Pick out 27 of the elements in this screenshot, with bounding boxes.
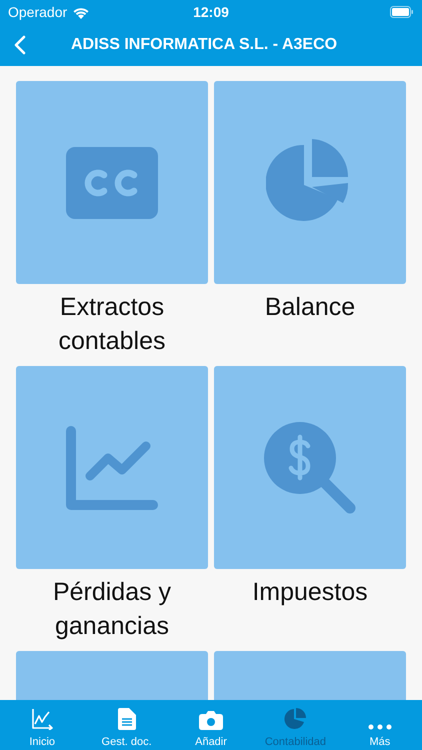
line-chart-icon	[31, 708, 54, 730]
pie-chart-icon	[284, 708, 306, 730]
tab-item[interactable]: Más	[338, 700, 422, 750]
line-chart-icon	[66, 426, 158, 510]
back-icon[interactable]	[14, 35, 26, 55]
carrier-text: Operador	[8, 4, 68, 20]
wifi-icon	[72, 6, 90, 18]
tab-item[interactable]: Contabilidad	[253, 700, 338, 750]
page-title: ADISS INFORMATICA S.L. - A3ECO	[71, 36, 338, 54]
menu-tile[interactable]	[16, 366, 208, 569]
tile-label: Balance	[264, 292, 356, 323]
menu-tile[interactable]	[214, 366, 406, 569]
tab-item[interactable]: Añadir	[168, 700, 254, 750]
menu-tile[interactable]	[214, 81, 406, 284]
tab-item[interactable]: Inicio	[0, 700, 84, 750]
tab-item[interactable]: Gest. doc.	[84, 700, 169, 750]
tile-label: Extractos contables	[57, 292, 167, 357]
camera-icon	[199, 710, 224, 730]
more-icon	[368, 724, 392, 730]
clock-text: 12:09	[193, 4, 229, 20]
cc-icon	[66, 146, 158, 218]
menu-tile[interactable]	[16, 81, 208, 284]
tile-label: Impuestos	[251, 577, 369, 608]
document-icon	[118, 708, 136, 730]
tile-label: Pérdidas y ganancias	[52, 577, 172, 642]
magnifier-dollar-icon	[264, 422, 356, 514]
battery-icon	[390, 6, 414, 18]
